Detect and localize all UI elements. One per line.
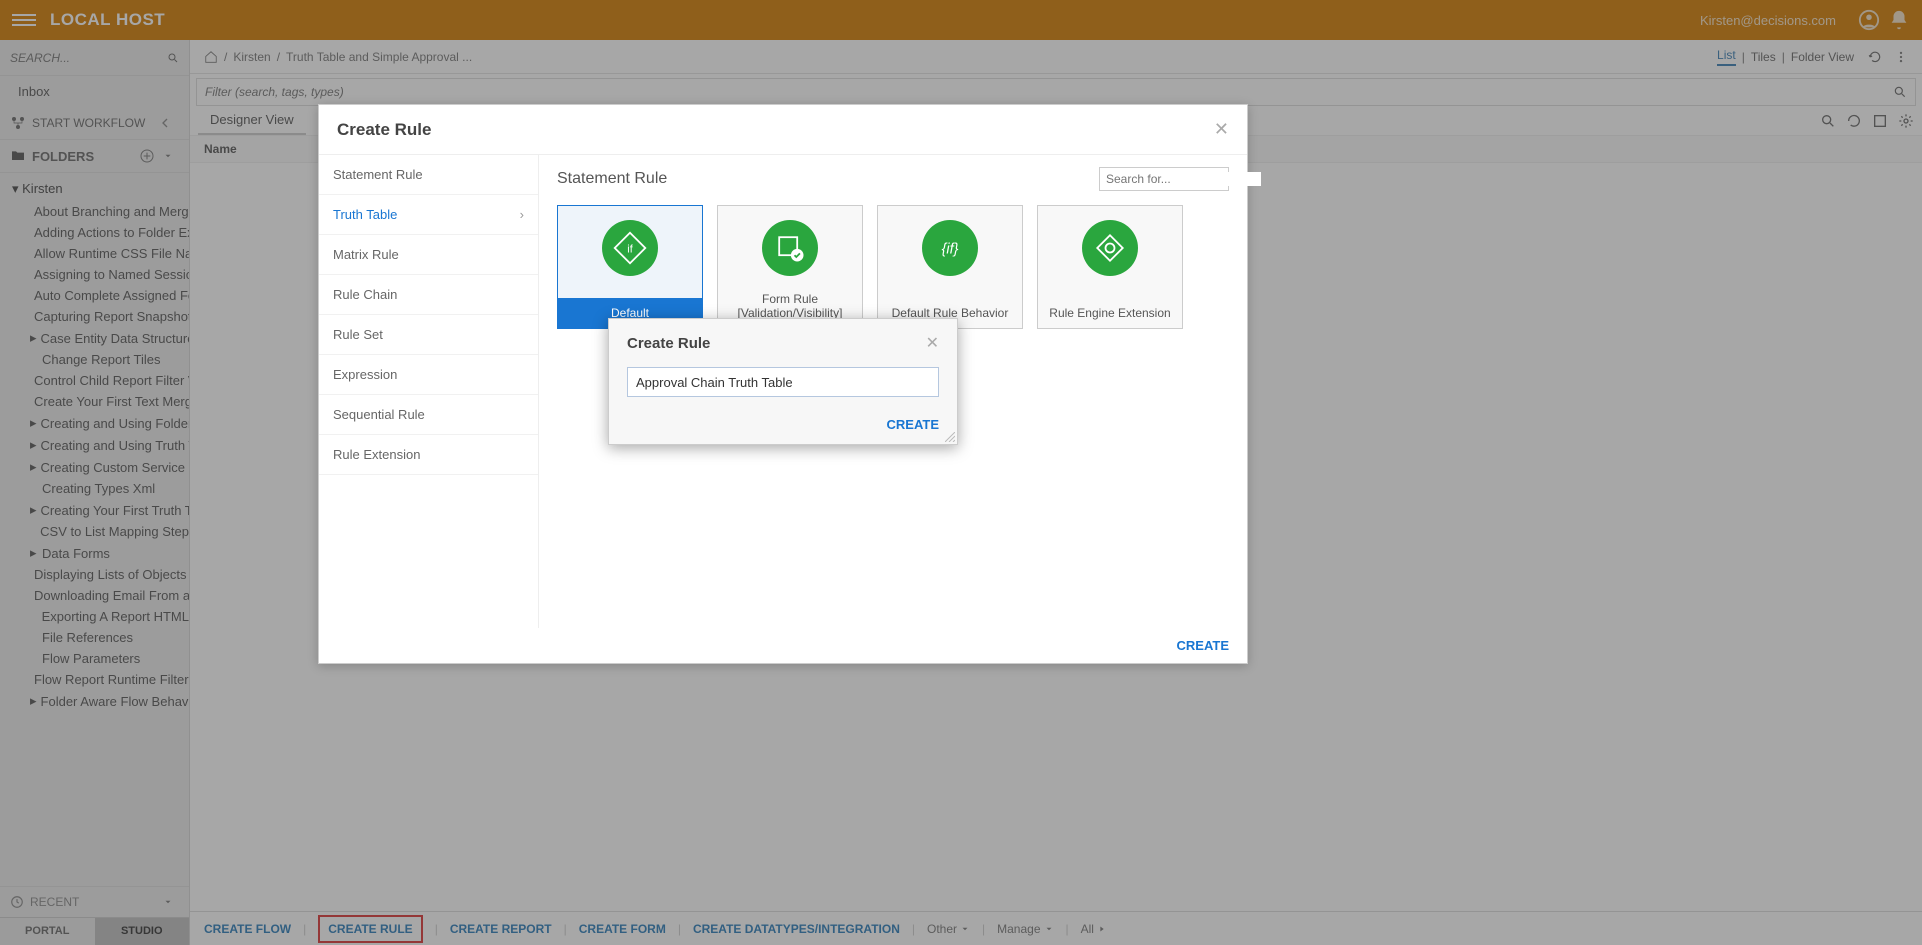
close-icon[interactable]: ✕ xyxy=(1214,119,1229,140)
resize-grip-icon[interactable] xyxy=(945,432,955,442)
rule-template-card[interactable]: Form Rule [Validation/Visibility] xyxy=(717,205,863,329)
card-label: Rule Engine Extension xyxy=(1038,298,1182,328)
rule-template-card[interactable]: {if}Default Rule Behavior xyxy=(877,205,1023,329)
rule-template-card[interactable]: ifDefault xyxy=(557,205,703,329)
rule-panel-title: Statement Rule xyxy=(557,170,667,188)
rule-type-item[interactable]: Rule Set xyxy=(319,315,538,355)
rule-type-list: Statement RuleTruth Table›Matrix RuleRul… xyxy=(319,155,539,628)
card-icon xyxy=(762,220,818,276)
rule-type-item[interactable]: Matrix Rule xyxy=(319,235,538,275)
card-icon: {if} xyxy=(922,220,978,276)
rule-search-input[interactable] xyxy=(1106,172,1261,186)
rule-type-item[interactable]: Sequential Rule xyxy=(319,395,538,435)
create-button[interactable]: CREATE xyxy=(887,417,939,432)
card-icon xyxy=(1082,220,1138,276)
svg-text:{if}: {if} xyxy=(942,241,959,257)
create-button[interactable]: CREATE xyxy=(1177,638,1229,653)
rule-type-item[interactable]: Truth Table› xyxy=(319,195,538,235)
svg-text:if: if xyxy=(627,244,633,256)
rule-name-input[interactable] xyxy=(627,367,939,397)
modal-title: Create Rule xyxy=(337,120,431,140)
close-icon[interactable]: ✕ xyxy=(926,333,939,353)
rule-type-item[interactable]: Rule Extension xyxy=(319,435,538,475)
card-icon: if xyxy=(602,220,658,276)
rule-search[interactable] xyxy=(1099,167,1229,191)
small-modal-title: Create Rule xyxy=(627,335,710,352)
rule-type-item[interactable]: Rule Chain xyxy=(319,275,538,315)
rule-type-item[interactable]: Expression xyxy=(319,355,538,395)
rule-type-item[interactable]: Statement Rule xyxy=(319,155,538,195)
create-rule-name-modal: Create Rule ✕ CREATE xyxy=(608,318,958,445)
rule-template-card[interactable]: Rule Engine Extension xyxy=(1037,205,1183,329)
